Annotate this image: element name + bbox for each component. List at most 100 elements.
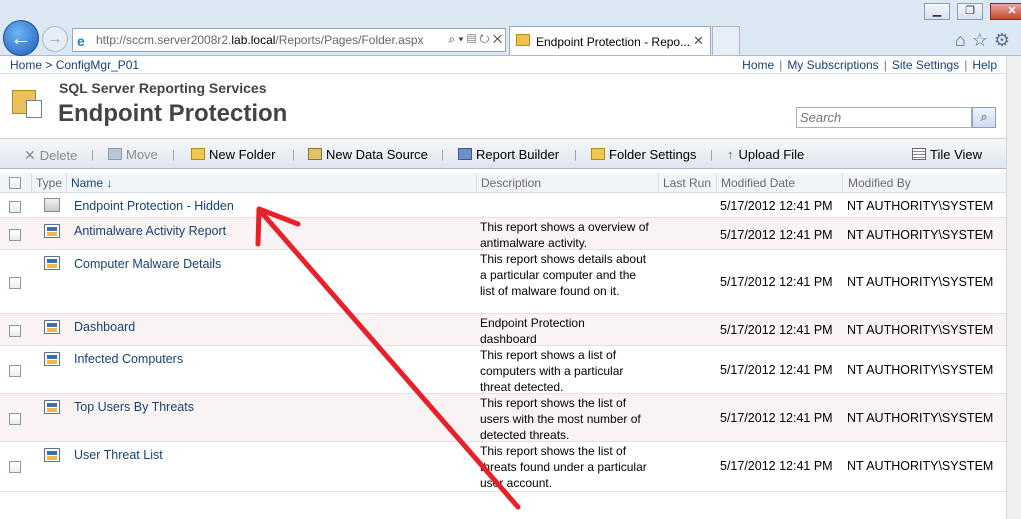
search-input[interactable] [796,107,972,128]
data-source-icon [308,148,322,160]
breadcrumb-bar: Home > ConfigMgr_P01 Home | My Subscriptio… [0,56,1021,74]
column-type: Type [36,176,63,190]
new-folder-button[interactable]: New Folder [191,147,275,162]
page-title: Endpoint Protection [58,100,288,127]
new-tab-button[interactable] [712,26,740,55]
address-bar[interactable]: e http://sccm.server2008r2.lab.local/Rep… [72,28,506,52]
tab-favicon-icon [516,34,530,46]
compatibility-icon[interactable]: ▤ [467,32,476,46]
item-name-link[interactable]: Computer Malware Details [74,257,221,271]
table-row[interactable]: Top Users By Threats This report shows t… [0,394,1006,442]
folder-report-icon [12,90,42,118]
move-button[interactable]: Move [108,147,158,162]
report-builder-label: Report Builder [476,147,560,162]
browser-tab-active[interactable]: Endpoint Protection - Repo... ✕ [509,26,711,55]
modified-date: 5/17/2012 12:41 PM [720,199,833,213]
toolbar-divider: | [710,149,713,161]
minimize-button[interactable]: ▁ [924,3,950,20]
table-row[interactable]: Antimalware Activity Report This report … [0,218,1006,250]
row-checkbox[interactable] [9,325,21,337]
table-row[interactable]: Dashboard Endpoint Protection dashboard … [0,314,1006,346]
new-data-source-label: New Data Source [326,147,428,162]
table-row[interactable]: User Threat List This report shows the l… [0,442,1006,492]
tile-view-icon [912,148,926,160]
refresh-icon[interactable]: ↻ [479,32,489,46]
table-row[interactable]: Endpoint Protection - Hidden 5/17/2012 1… [0,194,1006,218]
sort-down-arrow-icon: ↓ [106,176,113,190]
item-name-link[interactable]: Infected Computers [74,352,183,366]
address-url[interactable]: http://sccm.server2008r2.lab.local/Repor… [96,33,424,47]
item-name-link[interactable]: Top Users By Threats [74,400,194,414]
new-folder-icon [191,148,205,160]
breadcrumb-site-link[interactable]: ConfigMgr_P01 [56,58,139,72]
item-name-link[interactable]: Dashboard [74,320,135,334]
item-name-link[interactable]: User Threat List [74,448,163,462]
table-row[interactable]: Computer Malware Details This report sho… [0,250,1006,314]
item-name-link[interactable]: Endpoint Protection - Hidden [74,199,234,213]
row-checkbox[interactable] [9,277,21,289]
item-description: This report shows a overview of antimalw… [480,220,649,250]
row-checkbox[interactable] [9,413,21,425]
home-icon[interactable]: ⌂ [955,30,972,50]
breadcrumb-home-link[interactable]: Home [10,58,42,72]
folder-icon [44,198,60,212]
tab-close-icon[interactable]: ✕ [693,33,704,49]
back-button[interactable]: ← [3,20,39,56]
modified-by: NT AUTHORITY\SYSTEM [847,459,994,473]
folder-settings-button[interactable]: Folder Settings [591,147,696,162]
item-description: This report shows a list of computers wi… [480,348,624,394]
column-name-label: Name [71,176,104,190]
stop-icon[interactable]: ✕ [493,32,502,46]
tile-view-button[interactable]: Tile View [912,147,982,162]
column-divider [31,173,32,193]
delete-button[interactable]: ✕ Delete [24,147,77,164]
modified-date: 5/17/2012 12:41 PM [720,323,833,337]
modified-by: NT AUTHORITY\SYSTEM [847,323,994,337]
table-row[interactable]: Infected Computers This report shows a l… [0,346,1006,394]
search-icon[interactable]: ⌕ [448,32,455,46]
modified-by: NT AUTHORITY\SYSTEM [847,199,994,213]
delete-x-icon: ✕ [24,147,36,163]
folder-settings-icon [591,148,605,160]
product-name: SQL Server Reporting Services [59,80,267,96]
upload-file-button[interactable]: ↑ Upload File [727,147,804,162]
column-name[interactable]: Name ↓ [71,176,112,190]
site-settings-link[interactable]: Site Settings [892,58,959,72]
my-subscriptions-link[interactable]: My Subscriptions [787,58,878,72]
favorites-star-icon[interactable]: ☆ [972,30,994,50]
report-builder-button[interactable]: Report Builder [458,147,559,162]
upload-arrow-icon: ↑ [727,147,734,162]
move-label: Move [126,147,158,162]
row-checkbox[interactable] [9,365,21,377]
row-checkbox[interactable] [9,229,21,241]
back-arrow-icon: ← [10,25,32,50]
grid-header: Type Name ↓ Description Last Run Modifie… [0,173,1006,193]
tab-title: Endpoint Protection - Repo... [536,35,691,49]
toolbar-divider: | [441,149,444,161]
new-data-source-button[interactable]: New Data Source [308,147,428,162]
tools-gear-icon[interactable]: ⚙ [994,30,1016,50]
row-checkbox[interactable] [9,201,21,213]
toolbar-divider: | [91,149,94,161]
modified-date: 5/17/2012 12:41 PM [720,459,833,473]
screenshot-root: ▁ ❐ ✕ ← → e http://sccm.server2008r2.lab… [0,0,1021,519]
vertical-scrollbar[interactable] [1006,56,1021,519]
tile-view-label: Tile View [930,147,983,162]
modified-by: NT AUTHORITY\SYSTEM [847,228,994,242]
dropdown-icon[interactable]: ▾ [459,32,464,46]
help-link[interactable]: Help [972,58,997,72]
link-divider: | [964,58,968,72]
magnifier-icon: ⌕ [980,109,988,124]
maximize-button[interactable]: ❐ [957,3,983,20]
breadcrumb-separator: > [45,58,53,72]
search-button[interactable]: ⌕ [972,107,996,128]
report-icon [44,320,60,334]
toolbar-divider: | [574,149,577,161]
row-checkbox[interactable] [9,461,21,473]
report-icon [44,448,60,462]
select-all-checkbox[interactable] [9,177,21,189]
forward-button[interactable]: → [42,26,68,52]
close-window-button[interactable]: ✕ [990,3,1021,20]
item-name-link[interactable]: Antimalware Activity Report [74,224,226,238]
home-link[interactable]: Home [742,58,774,72]
